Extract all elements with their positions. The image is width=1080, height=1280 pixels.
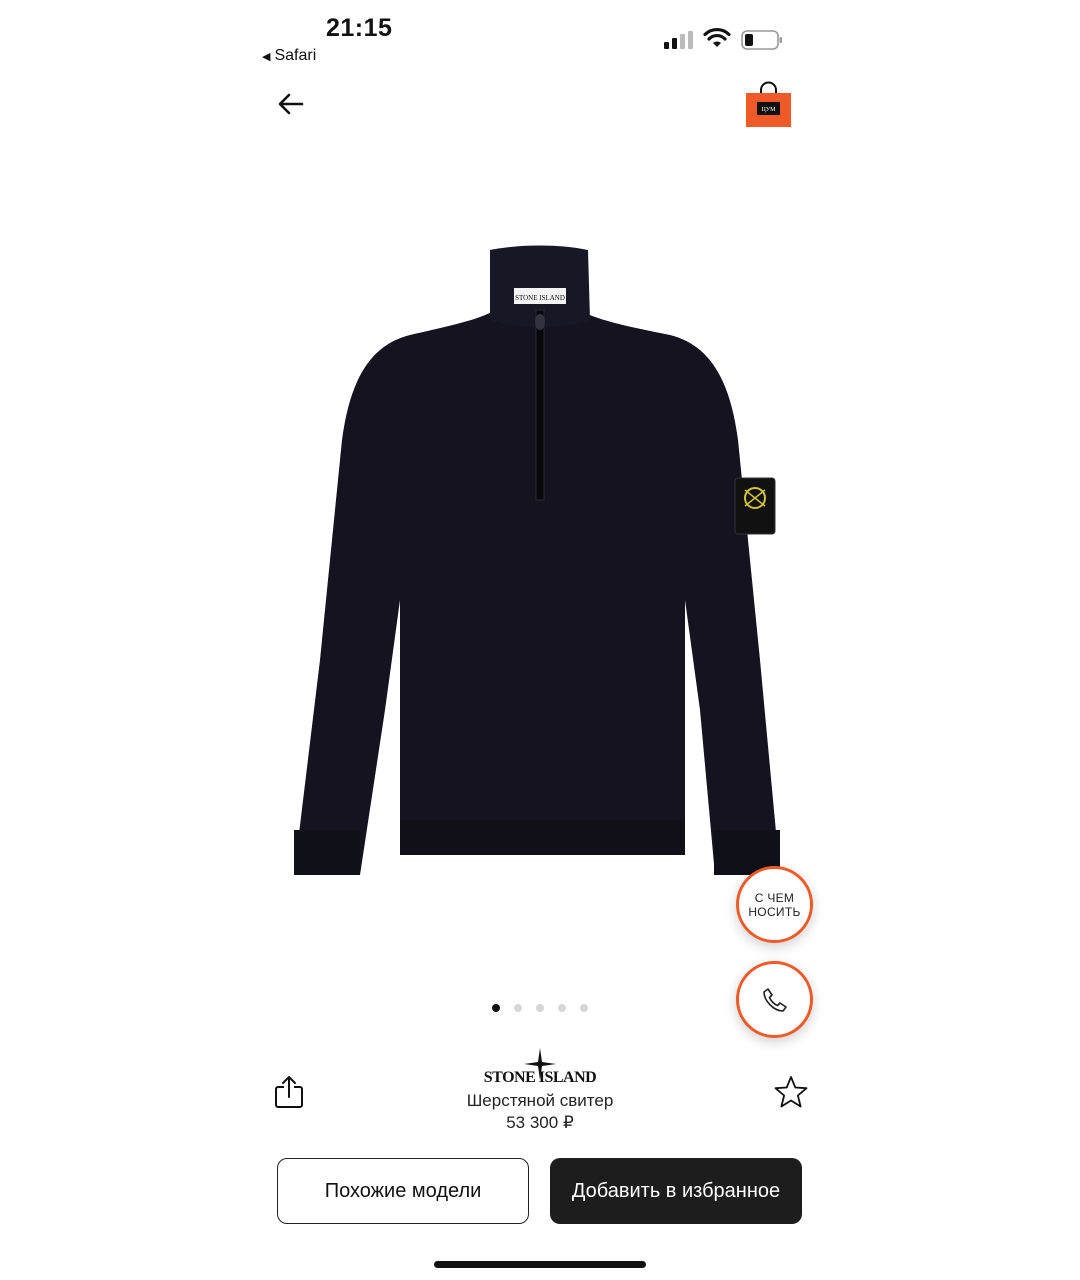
signal-icon: [664, 31, 693, 49]
wifi-icon: [703, 27, 731, 47]
product-image[interactable]: STONE ISLAND: [290, 240, 790, 880]
arrow-left-icon[interactable]: [276, 89, 306, 119]
product-price: 53 300 ₽: [506, 1113, 574, 1132]
home-indicator[interactable]: [434, 1261, 646, 1268]
back-app-label: Safari: [274, 47, 317, 64]
shopping-bag-icon[interactable]: ЦУМ: [745, 81, 792, 128]
call-button[interactable]: [736, 961, 813, 1038]
add-to-favorites-button[interactable]: Добавить в избранное: [550, 1158, 802, 1224]
outfit-label-line2: НОСИТЬ: [748, 904, 801, 919]
status-time: 21:15: [326, 14, 393, 42]
phone-icon: [762, 987, 787, 1012]
star-icon[interactable]: [773, 1074, 809, 1110]
back-to-app-link[interactable]: ◀ Safari: [262, 47, 316, 65]
carousel-dot-4[interactable]: [558, 1004, 566, 1012]
brand-logo[interactable]: STONE ISLAND: [480, 1046, 600, 1088]
outfit-suggestions-button[interactable]: С ЧЕМ НОСИТЬ: [736, 866, 813, 943]
similar-models-button[interactable]: Похожие модели: [277, 1158, 529, 1224]
carousel-dot-5[interactable]: [580, 1004, 588, 1012]
svg-text:ЦУМ: ЦУМ: [762, 107, 777, 113]
product-name: Шерстяной свитер: [466, 1091, 614, 1110]
share-icon[interactable]: [273, 1075, 305, 1109]
outfit-label-line1: С ЧЕМ: [754, 890, 795, 905]
back-triangle-icon: ◀: [262, 51, 271, 63]
svg-text:STONE ISLAND: STONE ISLAND: [484, 1069, 596, 1086]
svg-text:STONE ISLAND: STONE ISLAND: [515, 294, 565, 302]
battery-icon: [741, 30, 782, 50]
carousel-dot-3[interactable]: [536, 1004, 544, 1012]
carousel-dot-2[interactable]: [514, 1004, 522, 1012]
outfit-button-label: С ЧЕМ НОСИТЬ: [748, 891, 800, 919]
carousel-dots: [492, 1004, 588, 1012]
carousel-dot-1[interactable]: [492, 1004, 500, 1012]
